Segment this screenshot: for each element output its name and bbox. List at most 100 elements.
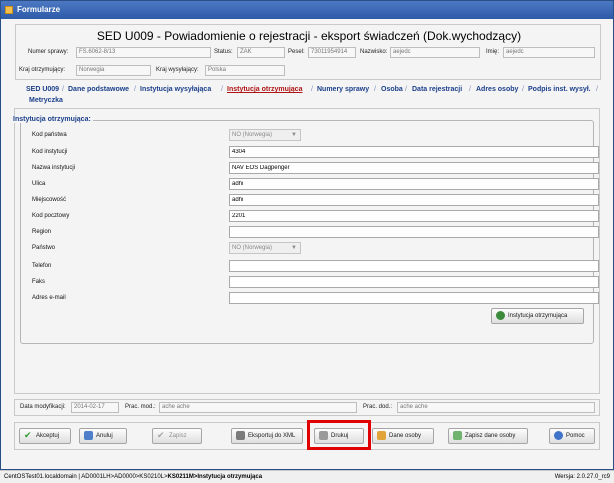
tab-podpis-inst-wysyl[interactable]: Podpis inst. wysył.	[528, 86, 591, 93]
cancel-button[interactable]: Anuluj	[79, 428, 127, 444]
accept-button[interactable]: ✔ Akceptuj	[19, 428, 71, 444]
nazwisko-label: Nazwisko:	[360, 49, 388, 55]
tab-data-rejestracji[interactable]: Data rejestracji	[412, 86, 462, 93]
prac-dod-field: ache ache	[397, 402, 595, 413]
tab-sed-u009[interactable]: SED U009	[26, 86, 59, 93]
status-field: ZAK	[237, 47, 285, 58]
kraj-otrzymujacy-label: Kraj otrzymujący:	[19, 67, 66, 73]
chevron-down-icon: ▼	[291, 245, 297, 251]
person-data-button[interactable]: Dane osoby	[372, 428, 434, 444]
save-person-data-button[interactable]: Zapisz dane osoby	[448, 428, 528, 444]
nazwa-instytucji-label: Nazwa instytucji	[32, 165, 76, 171]
faks-input[interactable]	[229, 276, 599, 288]
imie-label: Imię:	[486, 49, 500, 55]
prac-mod-field: ache ache	[159, 402, 357, 413]
status-path: CentOSTest01.localdomain | AD0001LH>AD00…	[4, 471, 262, 483]
help-button[interactable]: Pomoc	[549, 428, 595, 444]
kod-pocztowy-input[interactable]	[229, 210, 599, 222]
tab-adres-osoby[interactable]: Adres osoby	[476, 86, 518, 93]
save-person-data-label: Zapisz dane osoby	[465, 433, 516, 439]
telefon-input[interactable]	[229, 260, 599, 272]
tab-metryczka[interactable]: Metryczka	[29, 97, 63, 104]
tab-dane-podstawowe[interactable]: Dane podstawowe	[68, 86, 129, 93]
cancel-label: Anuluj	[96, 433, 113, 439]
imie-field: aejedc	[503, 47, 595, 58]
help-icon	[554, 430, 563, 440]
print-button-highlight	[307, 420, 371, 450]
status-label: Status:	[214, 49, 233, 55]
ulica-label: Ulica	[32, 181, 46, 187]
chevron-down-icon: ▼	[291, 132, 297, 138]
panstwo-label: Państwo	[32, 245, 56, 251]
tab-numery-sprawy[interactable]: Numery sprawy	[317, 86, 369, 93]
tab-separator: /	[134, 86, 136, 93]
prac-mod-label: Prac. mod.:	[125, 404, 156, 410]
tab-osoba[interactable]: Osoba	[381, 86, 403, 93]
tab-panel: Kod państwa NO (Norwegia) ▼ Kod instytuc…	[14, 108, 600, 394]
miejscowosc-input[interactable]	[229, 194, 599, 206]
tab-strip: SED U009 / Dane podstawowe / Instytucja …	[14, 83, 604, 109]
region-label: Region	[32, 229, 52, 235]
pesel-label: Pesel:	[288, 49, 305, 55]
save-button[interactable]: ✔ Zapisz	[152, 428, 202, 444]
tab-separator: /	[469, 86, 471, 93]
tab-separator: /	[62, 86, 64, 93]
tab-separator: /	[596, 86, 598, 93]
kraj-wysylajacy-field: Polska	[205, 65, 285, 76]
ulica-input[interactable]	[229, 178, 599, 190]
accept-label: Akceptuj	[36, 433, 60, 439]
lookup-institution-label: Instytucja otrzymująca	[508, 313, 568, 319]
nazwa-instytucji-input[interactable]	[229, 162, 599, 174]
export-xml-button[interactable]: Eksportuj do XML	[231, 428, 303, 444]
person-data-label: Dane osoby	[389, 433, 422, 439]
header-panel: SED U009 - Powiadomienie o rejestracji -…	[15, 24, 601, 80]
pesel-field: 73011954914	[308, 47, 356, 58]
data-modyfikacji-field: 2014-02-17	[71, 402, 119, 413]
kod-panstwa-value: NO (Norwegia)	[232, 132, 273, 138]
numer-sprawy-label: Numer sprawy:	[28, 49, 69, 55]
telefon-label: Telefon	[32, 263, 52, 269]
save-label: Zapisz	[169, 433, 187, 439]
lookup-institution-button[interactable]: Instytucja otrzymująca	[491, 308, 584, 324]
adres-email-input[interactable]	[229, 292, 599, 304]
tab-separator: /	[311, 86, 313, 93]
kod-instytucji-label: Kod instytucji	[32, 149, 68, 155]
tab-separator: /	[522, 86, 524, 93]
kod-panstwa-label: Kod państwa	[32, 132, 67, 138]
panstwo-select: NO (Norwegia) ▼	[229, 242, 301, 254]
edit-icon	[453, 430, 462, 440]
kod-instytucji-input[interactable]	[229, 146, 599, 158]
export-xml-label: Eksportuj do XML	[248, 433, 296, 439]
window-title: Formularze	[17, 5, 61, 14]
tab-instytucja-wysylajaca[interactable]: Instytucja wysyłająca	[140, 86, 211, 93]
checkmark-icon: ✔	[24, 429, 32, 440]
numer-sprawy-field: FS.6062-8/13	[76, 47, 211, 58]
kod-pocztowy-label: Kod pocztowy	[32, 213, 70, 219]
groupbox-title: Instytucja otrzymująca:	[11, 116, 93, 123]
document-icon	[236, 430, 245, 440]
prac-dod-label: Prac. dod.:	[363, 404, 393, 410]
title-bar: Formularze	[1, 1, 613, 19]
kraj-wysylajacy-label: Kraj wysyłający:	[156, 67, 199, 73]
data-modyfikacji-label: Data modyfikacji:	[20, 404, 66, 410]
help-label: Pomoc	[566, 433, 585, 439]
status-path-prefix: CentOSTest01.localdomain | AD0001LH>AD00…	[4, 474, 168, 480]
page-title: SED U009 - Powiadomienie o rejestracji -…	[96, 29, 522, 43]
adres-email-label: Adres e-mail	[32, 295, 66, 301]
tab-separator: /	[221, 86, 223, 93]
tab-separator: /	[405, 86, 407, 93]
tab-separator: /	[374, 86, 376, 93]
undo-icon	[84, 430, 93, 440]
region-input[interactable]	[229, 226, 599, 238]
checkmark-icon: ✔	[157, 429, 165, 440]
status-version: Wersja: 2.0.27.0_rc9	[554, 474, 610, 480]
app-icon	[5, 6, 13, 14]
kod-panstwa-select: NO (Norwegia) ▼	[229, 129, 301, 141]
status-path-current: KS0211M>Instytucja otrzymująca	[167, 474, 263, 480]
people-icon	[377, 430, 386, 440]
kraj-otrzymujacy-field: Norwegia	[76, 65, 151, 76]
panstwo-value: NO (Norwegia)	[232, 245, 273, 251]
globe-icon	[496, 310, 505, 320]
tab-instytucja-otrzymujaca[interactable]: Instytucja otrzymująca	[227, 86, 302, 93]
status-bar: CentOSTest01.localdomain | AD0001LH>AD00…	[0, 470, 614, 483]
